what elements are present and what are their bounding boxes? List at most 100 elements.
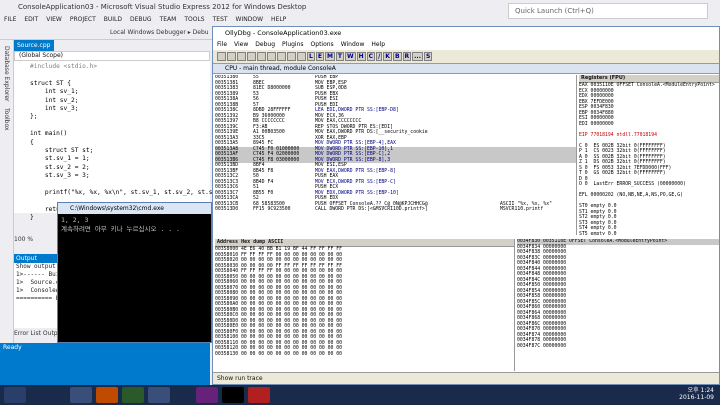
disasm-row[interactable]: 003513D0 FF15 9C923500 CALL DWORD PTR DS:[… [215, 207, 576, 213]
toolbar-window-button[interactable]: T [335, 52, 345, 61]
taskbar: 오후 1:24 2016-11-09 [0, 385, 720, 405]
disasm-address: 003513D0 [215, 207, 239, 212]
vs-menu-team[interactable]: TEAM [160, 16, 177, 23]
cmd-window[interactable]: C:\Windows\system32\cmd.exe 1, 2, 3 계속하려면… [57, 202, 212, 343]
taskbar-visual-studio[interactable] [196, 387, 218, 403]
toolbar-window-button[interactable]: E [315, 52, 324, 61]
olly-menu-view[interactable]: View [234, 41, 248, 48]
olly-menu-window[interactable]: Window [341, 41, 365, 48]
toolbar-window-button[interactable]: C [366, 52, 376, 61]
zoom-level[interactable]: 100 % [14, 236, 54, 246]
start-button[interactable] [4, 387, 26, 403]
cmd-line: 계속하려면 아무 키나 누르십시오 . . . [61, 225, 180, 233]
taskbar-cmd[interactable] [222, 387, 244, 403]
toolbar-icon[interactable] [277, 52, 286, 61]
cpu-window-title: CPU - main thread, module ConsoleA [213, 64, 719, 74]
disasm-instruction: CALL DWORD PTR DS:[<&MSVCR110D.printf>] [315, 207, 428, 212]
vs-menu-test[interactable]: TEST [213, 16, 228, 23]
scope-dropdown[interactable]: (Global Scope) [14, 51, 210, 61]
toolbar-window-button[interactable]: M [324, 52, 335, 61]
vs-status-bar: Ready [0, 343, 210, 385]
code-line: int main() [30, 130, 68, 138]
toolbar-window-button[interactable]: S [423, 52, 433, 61]
code-line: st.sv_1 = 1; [30, 155, 90, 163]
taskbar-ollydbg[interactable] [248, 387, 270, 403]
code-line: int sv_2; [30, 96, 79, 104]
taskbar-app[interactable] [96, 387, 118, 403]
toolbar-window-button[interactable]: R [402, 52, 412, 61]
code-line: #include <stdio.h> [30, 63, 98, 70]
code-line: st.sv_3 = 3; [30, 172, 90, 180]
toolbar-window-button[interactable]: / [376, 52, 383, 61]
disasm-comment: ASCII "%x, %x, %x" [500, 201, 552, 207]
code-editor[interactable]: #include <stdio.h> struct ST { int sv_1;… [14, 61, 232, 221]
ollydbg-status-bar: Show run trace [213, 372, 719, 384]
toolbar-window-button[interactable]: L [307, 52, 315, 61]
code-line: struct ST { [30, 79, 71, 87]
stack-pane[interactable]: 0034F830 0035110E OFFSET ConsoleA.<Modul… [517, 239, 719, 371]
disassembly-pane[interactable]: 00351380 55 PUSH EBP 00351381 8BEC MOV EBP,ES… [215, 75, 577, 235]
vs-menu-bar: FILE EDIT VIEW PROJECT BUILD DEBUG TEAM TOOLS TE… [0, 14, 720, 26]
dump-row[interactable]: 00358130 00 00 00 00 00 00 00 00 00 00 0… [215, 352, 514, 358]
toolbar-icon[interactable] [227, 52, 236, 61]
toolbar-icon[interactable] [287, 52, 296, 61]
taskbar-app[interactable] [122, 387, 144, 403]
taskbar-app[interactable] [148, 387, 170, 403]
ollydbg-menu-bar: File View Debug Plugins Options Window Help [213, 40, 719, 50]
code-line: { [30, 138, 34, 146]
code-line: int sv_1; [30, 88, 79, 96]
vs-menu-tools[interactable]: TOOLS [184, 16, 204, 23]
vs-menu-project[interactable]: PROJECT [70, 16, 96, 23]
vs-menu-file[interactable]: FILE [4, 16, 16, 23]
ollydbg-window[interactable]: OllyDbg - ConsoleApplication03.exe File V… [212, 26, 720, 385]
disasm-comment: MSVCR110.printf [500, 207, 544, 212]
olly-menu-file[interactable]: File [217, 41, 227, 48]
cmd-output: 1, 2, 3 계속하려면 아무 키나 누르십시오 . . . [58, 214, 211, 236]
code-line: printf("%x, %x, %x\n", st.sv_1, st.sv_2,… [30, 189, 232, 197]
olly-menu-debug[interactable]: Debug [255, 41, 275, 48]
register-line: EAX 0035110E OFFSET ConsoleA.<ModuleEntr… [579, 83, 715, 88]
cmd-line: 1, 2, 3 [61, 216, 89, 224]
vs-menu-help[interactable]: HELP [271, 16, 286, 23]
vs-menu-window[interactable]: WINDOW [236, 16, 263, 23]
ollydbg-toolbar: L E M T W H C / K B R... S [213, 50, 719, 64]
vs-menu-edit[interactable]: EDIT [24, 16, 38, 23]
toolbar-icon[interactable] [247, 52, 256, 61]
toolbar-icon[interactable] [257, 52, 266, 61]
olly-menu-help[interactable]: Help [371, 41, 385, 48]
local-debugger-button[interactable]: Local Windows Debugger ▸ Debu [110, 29, 209, 36]
clock-date: 2016-11-09 [679, 394, 714, 401]
taskbar-app[interactable] [70, 387, 92, 403]
code-line: struct ST st; [30, 147, 94, 155]
ollydbg-title-bar[interactable]: OllyDbg - ConsoleApplication03.exe [213, 27, 719, 40]
cmd-title-bar[interactable]: C:\Windows\system32\cmd.exe [58, 203, 211, 214]
dump-pane[interactable]: Address Hex dump ASCII 00358000 4E E6 40… [215, 239, 515, 371]
toolbar-window-button[interactable]: ... [412, 52, 423, 61]
vs-menu-view[interactable]: VIEW [46, 16, 62, 23]
stack-row[interactable]: 0034F87C 00000000 [517, 344, 719, 350]
toolbox-tab[interactable]: Toolbox [3, 108, 10, 131]
olly-menu-options[interactable]: Options [311, 41, 334, 48]
vs-menu-build[interactable]: BUILD [104, 16, 122, 23]
toolbar-window-button[interactable]: B [392, 52, 402, 61]
code-line: int sv_3; [30, 105, 79, 113]
registers-pane[interactable]: Registers (FPU) EAX 0035110E OFFSET Cons… [579, 75, 719, 235]
vs-side-panel: Database Explorer Toolbox [0, 40, 14, 345]
taskbar-clock: 오후 1:24 2016-11-09 [679, 387, 714, 401]
clock-time: 오후 1:24 [687, 387, 714, 394]
toolbar-icon[interactable] [237, 52, 246, 61]
doc-tab-source[interactable]: Source.cpp [14, 40, 54, 51]
vs-menu-debug[interactable]: DEBUG [130, 16, 152, 23]
olly-menu-plugins[interactable]: Plugins [282, 41, 304, 48]
toolbar-icon[interactable] [297, 52, 306, 61]
database-explorer-tab[interactable]: Database Explorer [3, 46, 10, 102]
toolbar-window-button[interactable]: K [383, 52, 392, 61]
register-line: ST5 empty 0.0 [579, 231, 617, 236]
toolbar-icon[interactable] [267, 52, 276, 61]
code-line: }; [30, 113, 38, 121]
toolbar-icon[interactable] [217, 52, 226, 61]
toolbar-window-button[interactable]: H [356, 52, 366, 61]
toolbar-window-button[interactable]: W [345, 52, 356, 61]
